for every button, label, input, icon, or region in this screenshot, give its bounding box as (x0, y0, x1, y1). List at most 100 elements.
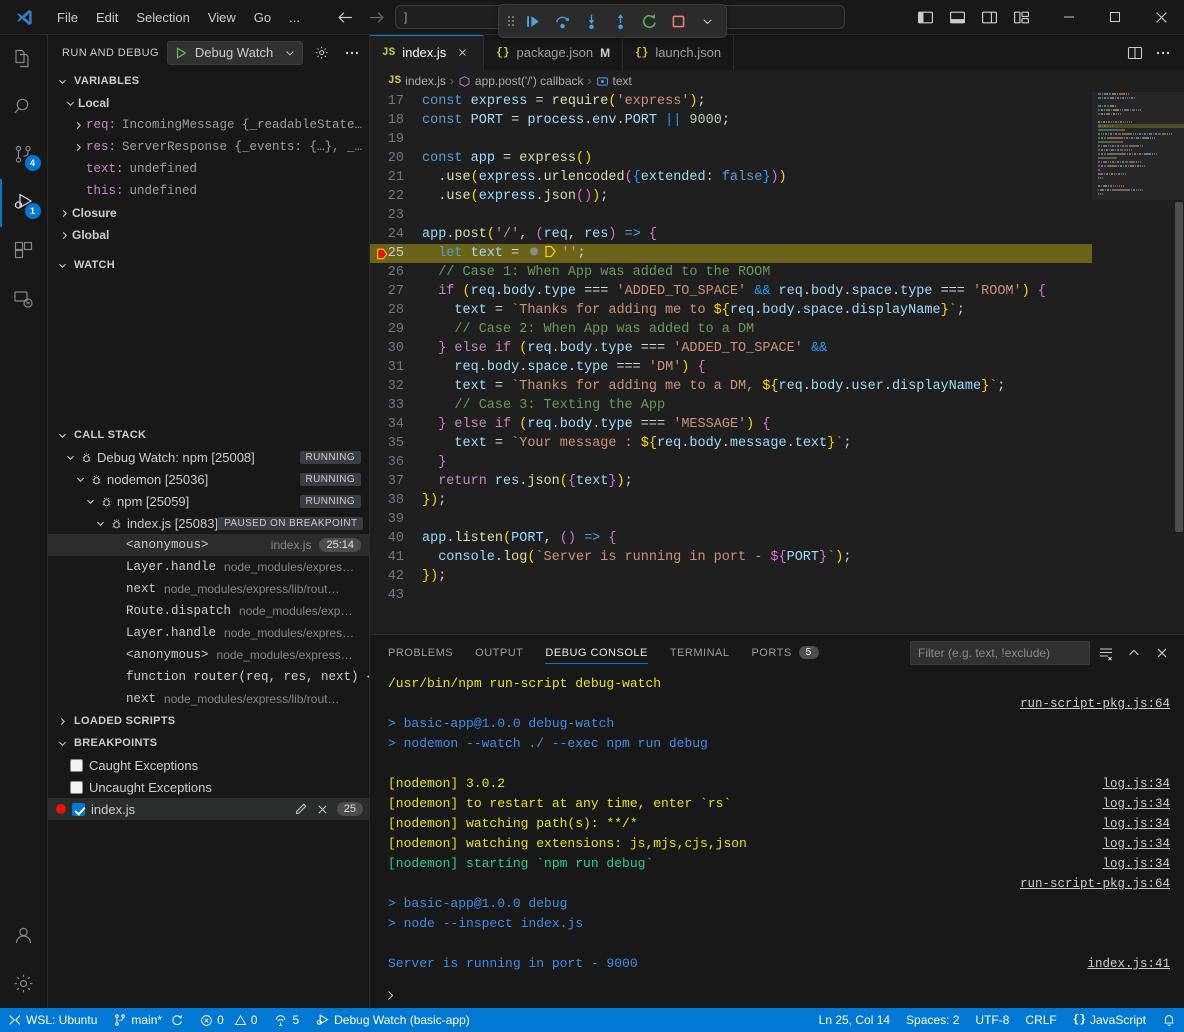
console-source-link[interactable]: log.js:34 (1102, 794, 1170, 814)
checkbox[interactable] (70, 781, 83, 794)
activity-item-remote-explorer[interactable] (0, 275, 48, 323)
activity-item-explorer[interactable] (0, 35, 48, 83)
maximize-button[interactable] (1092, 0, 1138, 35)
step-out-icon[interactable] (607, 8, 633, 34)
code-line[interactable]: 32 text = `Thanks for adding me to a DM,… (370, 377, 1092, 396)
breadcrumb-symbol[interactable]: app.post('/') callback (475, 74, 584, 88)
tab-launch-json[interactable]: {} launch.json (623, 35, 734, 70)
loaded-scripts-section-header[interactable]: LOADED SCRIPTS (48, 710, 369, 732)
console-source-link[interactable]: run-script-pkg.js:64 (1020, 874, 1170, 894)
stop-icon[interactable] (665, 8, 691, 34)
callstack-frame[interactable]: next node_modules/express/lib/rout… (48, 688, 369, 710)
breadcrumb-file[interactable]: index.js (405, 74, 446, 88)
callstack-session[interactable]: nodemon [25036] RUNNING (48, 468, 369, 490)
variable-text[interactable]: text: undefined (48, 158, 369, 180)
menu-selection[interactable]: Selection (127, 6, 198, 29)
variables-section-header[interactable]: VARIABLES (48, 70, 369, 92)
code-line[interactable]: 40app.listen(PORT, () => { (370, 529, 1092, 548)
breakpoint-caught-exceptions[interactable]: Caught Exceptions (48, 754, 369, 776)
code-line[interactable]: 30 } else if (req.body.type === 'ADDED_T… (370, 339, 1092, 358)
status-debug-session[interactable]: Debug Watch (basic-app) (307, 1008, 478, 1032)
code-line[interactable]: 37 return res.json({text}); (370, 472, 1092, 491)
callstack-section-header[interactable]: CALL STACK (48, 424, 369, 446)
continue-icon[interactable] (520, 8, 546, 34)
step-into-icon[interactable] (578, 8, 604, 34)
console-source-link[interactable]: run-script-pkg.js:64 (1020, 694, 1170, 714)
debug-configuration-select[interactable]: Debug Watch (167, 41, 303, 65)
status-remote[interactable]: WSL: Ubuntu (0, 1008, 105, 1032)
variables-scope-global[interactable]: Global (48, 224, 369, 246)
callstack-session[interactable]: Debug Watch: npm [25008] RUNNING (48, 446, 369, 468)
code-line[interactable]: 42}); (370, 567, 1092, 586)
callstack-session[interactable]: npm [25059] RUNNING (48, 490, 369, 512)
editor-more-actions-icon[interactable] (1150, 40, 1176, 66)
callstack-frame[interactable]: <anonymous> index.js 25:14 (48, 534, 369, 556)
breakpoint-marker-icon[interactable] (376, 244, 390, 263)
forward-arrow-icon[interactable] (368, 9, 385, 26)
status-problems[interactable]: 0 0 (192, 1008, 265, 1032)
tab-ports[interactable]: PORTS 5 (751, 635, 818, 670)
console-source-link[interactable]: index.js:41 (1087, 954, 1170, 974)
variable-res[interactable]: res: ServerResponse {_events: {…}, _ev… (48, 136, 369, 158)
status-indentation[interactable]: Spaces: 2 (898, 1008, 967, 1032)
customize-layout-icon[interactable] (1006, 4, 1036, 30)
debug-toolbar-more-icon[interactable] (694, 8, 720, 34)
tab-debug-console[interactable]: DEBUG CONSOLE (545, 635, 647, 670)
variables-scope-closure[interactable]: Closure (48, 202, 369, 224)
callstack-frame[interactable]: next node_modules/express/lib/rout… (48, 578, 369, 600)
status-ports[interactable]: 5 (265, 1008, 307, 1032)
status-branch[interactable]: main* (105, 1008, 192, 1032)
code-line[interactable]: 17const express = require('express'); (370, 92, 1092, 111)
debug-console-input[interactable] (370, 982, 1184, 1008)
code-line[interactable]: 24app.post('/', (req, res) => { (370, 225, 1092, 244)
activity-item-run-and-debug[interactable]: 1 (0, 179, 48, 227)
menu-view[interactable]: View (199, 6, 245, 29)
code-line[interactable]: 34 } else if (req.body.type === 'MESSAGE… (370, 415, 1092, 434)
maximize-panel-icon[interactable] (1122, 641, 1146, 665)
menu-more[interactable]: ... (280, 6, 309, 29)
code-line[interactable]: 27 if (req.body.type === 'ADDED_TO_SPACE… (370, 282, 1092, 301)
code-line[interactable]: 28 text = `Thanks for adding me to ${req… (370, 301, 1092, 320)
callstack-frame[interactable]: <anonymous> node_modules/express… (48, 644, 369, 666)
chevron-down-icon[interactable] (284, 47, 296, 59)
callstack-frame[interactable]: Route.dispatch node_modules/exp… (48, 600, 369, 622)
code-line[interactable]: 29 // Case 2: When App was added to a DM (370, 320, 1092, 339)
debug-toolbar-drag-handle[interactable] (505, 11, 517, 31)
clear-console-icon[interactable] (1094, 641, 1118, 665)
checkbox[interactable] (72, 803, 85, 816)
code-editor[interactable]: 17const express = require('express');18c… (370, 92, 1092, 634)
variable-this[interactable]: this: undefined (48, 180, 369, 202)
code-line[interactable]: 36 } (370, 453, 1092, 472)
callstack-session[interactable]: index.js [25083] PAUSED ON BREAKPOINT (48, 512, 369, 534)
tab-output[interactable]: OUTPUT (475, 635, 523, 670)
close-panel-icon[interactable] (1150, 641, 1174, 665)
close-icon[interactable] (453, 44, 471, 62)
checkbox[interactable] (70, 759, 83, 772)
tab-problems[interactable]: PROBLEMS (388, 635, 453, 670)
open-launch-config-gear-icon[interactable] (311, 42, 333, 64)
status-encoding[interactable]: UTF-8 (967, 1008, 1017, 1032)
tab-package-json[interactable]: {} package.json M (484, 35, 623, 70)
code-line[interactable]: 25 let text = ''; (370, 244, 1092, 263)
variables-scope-local[interactable]: Local (48, 92, 369, 114)
breakpoints-section-header[interactable]: BREAKPOINTS (48, 732, 369, 754)
code-line[interactable]: 18const PORT = process.env.PORT || 9000; (370, 111, 1092, 130)
console-source-link[interactable]: log.js:34 (1102, 774, 1170, 794)
callstack-frame[interactable]: Layer.handle node_modules/expres… (48, 556, 369, 578)
status-language-mode[interactable]: {} JavaScript (1065, 1008, 1154, 1032)
code-line[interactable]: 21 .use(express.urlencoded({extended: fa… (370, 168, 1092, 187)
activity-item-search[interactable] (0, 83, 48, 131)
status-cursor-position[interactable]: Ln 25, Col 14 (811, 1008, 898, 1032)
code-line[interactable]: 33 // Case 3: Texting the App (370, 396, 1092, 415)
editor-scrollbar[interactable] (1174, 92, 1184, 634)
tab-terminal[interactable]: TERMINAL (670, 635, 730, 670)
toggle-panel-icon[interactable] (942, 4, 972, 30)
menu-go[interactable]: Go (245, 6, 280, 29)
debug-console-output[interactable]: /usr/bin/npm run-script debug-watchrun-s… (370, 670, 1184, 982)
console-source-link[interactable]: log.js:34 (1102, 854, 1170, 874)
code-line[interactable]: 23 (370, 206, 1092, 225)
console-source-link[interactable]: log.js:34 (1102, 814, 1170, 834)
code-line[interactable]: 43 (370, 586, 1092, 605)
code-line[interactable]: 38}); (370, 491, 1092, 510)
code-line[interactable]: 41 console.log(`Server is running in por… (370, 548, 1092, 567)
